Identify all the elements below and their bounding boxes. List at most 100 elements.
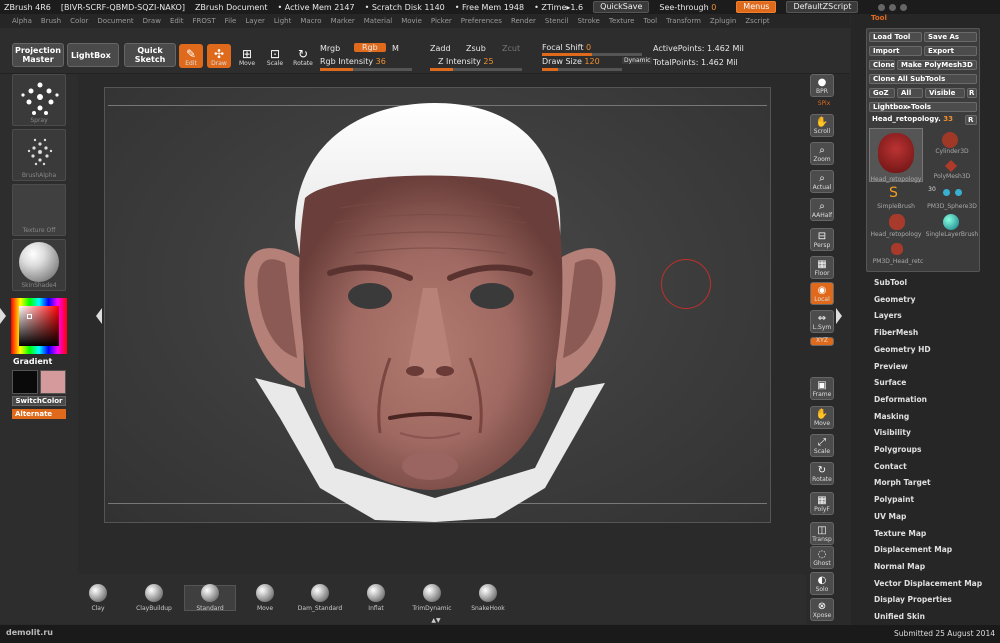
rotate-button[interactable]: ↻ Rotate — [810, 462, 834, 485]
rgb-button[interactable]: Rgb — [354, 43, 386, 52]
move-button[interactable]: ⊞ Move — [235, 44, 259, 68]
menu-marker[interactable]: Marker — [331, 17, 355, 25]
quicksave-button[interactable]: QuickSave — [593, 1, 650, 13]
focal-shift-slider[interactable]: Focal Shift 0 — [542, 43, 591, 52]
aahalf-button[interactable]: ⌕ AAHalf — [810, 198, 834, 221]
quick-sketch-button[interactable]: Quick Sketch — [124, 43, 176, 67]
submenu-polypaint[interactable]: Polypaint — [874, 495, 914, 504]
move-button[interactable]: ✋ Move — [810, 406, 834, 429]
draw-button[interactable]: ✣ Draw — [207, 44, 231, 68]
menu-edit[interactable]: Edit — [170, 17, 184, 25]
z-intensity-slider[interactable]: Z Intensity 25 — [438, 57, 494, 66]
submenu-surface[interactable]: Surface — [874, 378, 906, 387]
submenu-preview[interactable]: Preview — [874, 362, 908, 371]
brush-move[interactable]: Move — [235, 584, 295, 612]
simplebrush-icon[interactable]: S — [889, 186, 903, 200]
head-retopology-icon[interactable] — [889, 214, 905, 230]
default-zscript-button[interactable]: DefaultZScript — [786, 1, 859, 13]
pm3d-head-icon[interactable] — [891, 243, 903, 255]
alpha-thumbnail[interactable]: BrushAlpha — [12, 129, 66, 181]
rgb-intensity-slider[interactable]: Rgb Intensity 36 — [320, 57, 386, 66]
import-button[interactable]: Import — [869, 46, 922, 56]
menu-transform[interactable]: Transform — [666, 17, 701, 25]
goz-button[interactable]: GoZ — [869, 88, 895, 98]
m-button[interactable]: M — [392, 44, 399, 53]
submenu-polygroups[interactable]: Polygroups — [874, 445, 922, 454]
rgb-intensity-track[interactable] — [320, 68, 412, 71]
goz-r-button[interactable]: R — [967, 88, 977, 98]
menu-zplugin[interactable]: Zplugin — [710, 17, 736, 25]
projection-master-button[interactable]: Projection Master — [12, 43, 64, 67]
lightbox-button[interactable]: LightBox — [67, 43, 119, 67]
tool-palette-title[interactable]: Tool — [871, 14, 887, 22]
submenu-display-properties[interactable]: Display Properties — [874, 595, 952, 604]
brush-trimdynamic[interactable]: TrimDynamic — [402, 584, 462, 612]
sphere-dot-icon-2[interactable] — [955, 189, 962, 196]
brush-snakehook[interactable]: SnakeHook — [458, 584, 518, 612]
z-intensity-track[interactable] — [430, 68, 522, 71]
menu-layer[interactable]: Layer — [245, 17, 265, 25]
load-tool-button[interactable]: Load Tool — [869, 32, 922, 42]
close-icon[interactable] — [900, 3, 908, 11]
bpr-button[interactable]: ● BPR — [810, 74, 834, 97]
zoom-button[interactable]: ⌕ Zoom — [810, 142, 834, 165]
secondary-color-swatch[interactable] — [40, 370, 66, 394]
transp-button[interactable]: ◫ Transp — [810, 522, 834, 545]
minimize-icon[interactable] — [878, 3, 886, 11]
menu-tool[interactable]: Tool — [643, 17, 657, 25]
submenu-visibility[interactable]: Visibility — [874, 428, 911, 437]
menu-zscript[interactable]: Zscript — [745, 17, 769, 25]
singlelayerbrush-icon[interactable] — [943, 214, 959, 230]
brush-dam-standard[interactable]: Dam_Standard — [290, 584, 350, 612]
menu-picker[interactable]: Picker — [431, 17, 452, 25]
focal-shift-track[interactable] — [542, 53, 642, 56]
submenu-geometry-hd[interactable]: Geometry HD — [874, 345, 931, 354]
menu-movie[interactable]: Movie — [401, 17, 422, 25]
xpose-button[interactable]: ⊗ Xpose — [810, 598, 834, 621]
rotate-button[interactable]: ↻ Rotate — [291, 44, 315, 68]
submenu-masking[interactable]: Masking — [874, 412, 909, 421]
submenu-fibermesh[interactable]: FiberMesh — [874, 328, 918, 337]
cylinder3d-icon[interactable] — [942, 132, 958, 148]
menu-stroke[interactable]: Stroke — [578, 17, 600, 25]
submenu-texture-map[interactable]: Texture Map — [874, 529, 926, 538]
menu-document[interactable]: Document — [97, 17, 133, 25]
submenu-unified-skin[interactable]: Unified Skin — [874, 612, 925, 621]
ghost-button[interactable]: ◌ Ghost — [810, 546, 834, 569]
menu-alpha[interactable]: Alpha — [12, 17, 32, 25]
persp-button[interactable]: ⊟ Persp — [810, 228, 834, 251]
submenu-uv-map[interactable]: UV Map — [874, 512, 906, 521]
gradient-label[interactable]: Gradient — [13, 357, 52, 366]
actual-button[interactable]: ⌕ Actual — [810, 170, 834, 193]
brush-standard[interactable]: Standard — [180, 584, 240, 612]
texture-thumbnail[interactable]: Texture Off — [12, 184, 66, 236]
polyf-button[interactable]: ▦ PolyF — [810, 492, 834, 515]
current-tool-r-button[interactable]: R — [965, 115, 977, 125]
zadd-button[interactable]: Zadd — [430, 44, 451, 53]
menu-render[interactable]: Render — [511, 17, 536, 25]
scale-button[interactable]: ⊡ Scale — [263, 44, 287, 68]
clone-button[interactable]: Clone — [869, 60, 895, 70]
edit-button[interactable]: ✎ Edit — [179, 44, 203, 68]
zsub-button[interactable]: Zsub — [466, 44, 486, 53]
menu-macro[interactable]: Macro — [300, 17, 321, 25]
menu-material[interactable]: Material — [364, 17, 392, 25]
submenu-subtool[interactable]: SubTool — [874, 278, 907, 287]
material-thumbnail[interactable]: SkinShade4 — [12, 239, 66, 291]
sphere-dot-icon[interactable] — [943, 189, 950, 196]
shelf-arrows-icon[interactable]: ▲▼ — [428, 618, 444, 624]
menu-stencil[interactable]: Stencil — [545, 17, 569, 25]
floor-button[interactable]: ▦ Floor — [810, 256, 834, 279]
menu-file[interactable]: File — [225, 17, 237, 25]
scale-button[interactable]: ⤢ Scale — [810, 434, 834, 457]
submenu-morph-target[interactable]: Morph Target — [874, 478, 931, 487]
menus-button[interactable]: Menus — [736, 1, 777, 13]
main-color-swatch[interactable] — [12, 370, 38, 394]
menu-preferences[interactable]: Preferences — [461, 17, 502, 25]
menu-draw[interactable]: Draw — [143, 17, 161, 25]
color-picker[interactable] — [11, 298, 67, 354]
submenu-deformation[interactable]: Deformation — [874, 395, 927, 404]
dynamic-button[interactable]: Dynamic — [622, 57, 653, 64]
goz-all-button[interactable]: All — [897, 88, 923, 98]
submenu-vector-displacement-map[interactable]: Vector Displacement Map — [874, 579, 982, 588]
